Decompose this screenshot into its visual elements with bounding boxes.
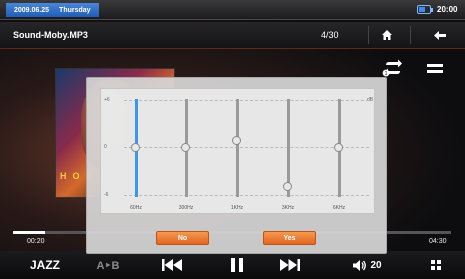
eq-slider-track[interactable] — [236, 99, 239, 197]
next-icon — [280, 259, 300, 271]
eq-band-label: 300Hz — [178, 205, 194, 211]
scale-top-label: +6 — [104, 97, 110, 103]
home-button[interactable] — [374, 26, 400, 44]
title-bar: Sound-Moby.MP3 4/30 — [0, 22, 465, 49]
repeat-button[interactable]: 1 — [381, 58, 405, 78]
next-button[interactable] — [275, 251, 305, 279]
battery-icon — [417, 5, 433, 14]
home-icon — [382, 30, 392, 40]
menu-button[interactable] — [426, 60, 444, 76]
yes-button[interactable]: Yes — [263, 231, 316, 245]
song-title: Sound-Moby.MP3 — [13, 30, 88, 40]
guide-line — [124, 100, 369, 101]
weekday-text: Thursday — [59, 6, 91, 14]
divider — [368, 26, 369, 44]
eq-slider-knob[interactable] — [283, 182, 292, 192]
equalizer-dialog: +6 0 -6 dB 60Hz 300Hz 1KHz 3KHz 6KHz No Yes — [86, 77, 387, 254]
previous-icon — [162, 259, 182, 271]
back-arrow-icon — [434, 30, 446, 40]
eq-band-label: 1KHz — [230, 205, 244, 211]
no-button[interactable]: No — [156, 231, 209, 245]
ab-repeat-button[interactable]: A‣B — [88, 251, 128, 279]
total-time: 04:30 — [429, 238, 447, 245]
scale-mid-label: 0 — [104, 144, 107, 150]
track-counter: 4/30 — [321, 30, 339, 40]
volume-control[interactable]: 20 — [345, 251, 390, 279]
previous-button[interactable] — [157, 251, 187, 279]
pause-icon — [231, 258, 243, 272]
eq-band-label: 60Hz — [130, 205, 142, 211]
status-bar: 2009.06.25 Thursday 20:00 — [0, 0, 465, 20]
date-text: 2009.06.25 — [14, 6, 50, 14]
eq-band-label: 3KHz — [281, 205, 295, 211]
music-player-screen: 2009.06.25 Thursday 20:00 Sound-Moby.MP3… — [0, 0, 465, 279]
guide-line — [124, 195, 369, 196]
volume-level: 20 — [370, 259, 382, 271]
volume-icon — [353, 259, 367, 271]
divider — [410, 26, 411, 44]
eq-preset-button[interactable]: JAZZ — [20, 251, 70, 279]
elapsed-time: 00:20 — [27, 238, 45, 245]
eq-slider-knob[interactable] — [232, 135, 241, 145]
repeat-once-icon: 1 — [382, 59, 402, 77]
playback-controls: JAZZ A‣B 20 — [0, 251, 465, 279]
eq-slider-knob[interactable] — [131, 143, 140, 152]
pause-button[interactable] — [222, 251, 252, 279]
grid-icon — [431, 260, 441, 270]
eq-slider-knob[interactable] — [334, 143, 343, 152]
progress-fill — [13, 231, 46, 234]
grid-button[interactable] — [425, 251, 447, 279]
menu-icon — [427, 61, 443, 76]
battery-fill — [419, 7, 425, 12]
back-button[interactable] — [425, 26, 455, 44]
eq-slider-knob[interactable] — [181, 143, 190, 152]
scale-bottom-label: -6 — [104, 192, 109, 198]
date-badge: 2009.06.25 Thursday — [6, 3, 99, 17]
equalizer-panel: +6 0 -6 dB 60Hz 300Hz 1KHz 3KHz 6KHz — [100, 88, 375, 214]
eq-band-label: 6KHz — [332, 205, 346, 211]
guide-line — [124, 147, 369, 148]
clock: 20:00 — [437, 5, 458, 14]
